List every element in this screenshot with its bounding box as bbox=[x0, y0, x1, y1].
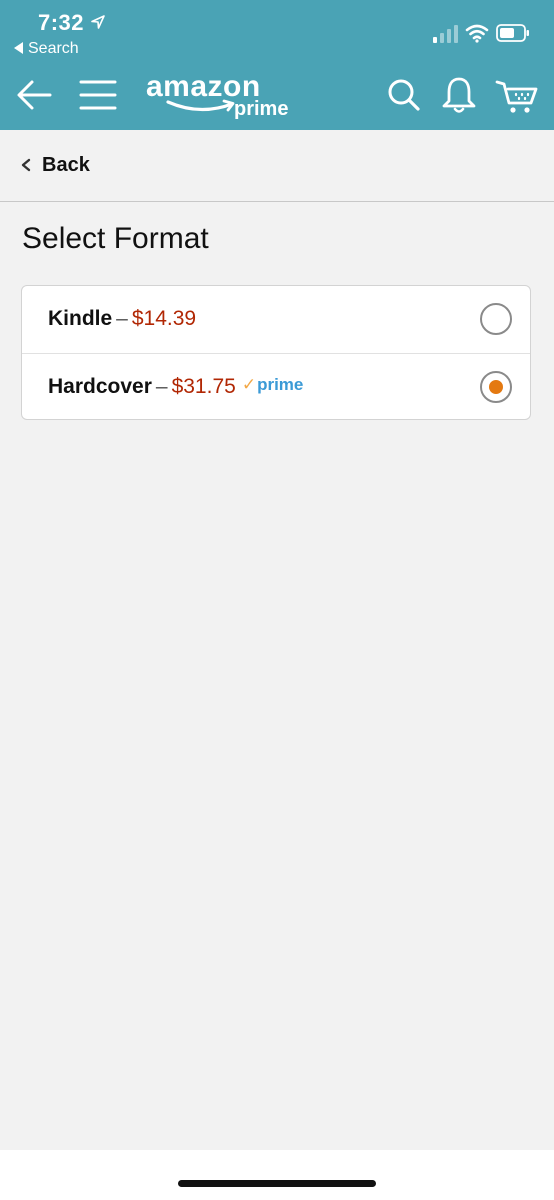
format-separator: – bbox=[116, 307, 128, 330]
cart-icon[interactable] bbox=[494, 73, 538, 117]
radio-button-hardcover[interactable] bbox=[480, 371, 512, 403]
chevron-left-icon bbox=[21, 158, 31, 172]
back-arrow-icon[interactable] bbox=[12, 73, 56, 117]
logo-prime-text: prime bbox=[234, 98, 289, 120]
back-navigation-row[interactable]: Back bbox=[0, 130, 554, 202]
format-option-text: Hardcover – $31.75 ✓prime bbox=[48, 375, 303, 399]
smile-arrow-icon bbox=[166, 99, 235, 112]
menu-icon[interactable] bbox=[76, 73, 120, 117]
format-price: $31.75 bbox=[171, 375, 236, 398]
bell-icon[interactable] bbox=[437, 73, 481, 117]
location-arrow-icon bbox=[91, 15, 105, 29]
format-name: Hardcover bbox=[48, 375, 152, 398]
home-indicator-area bbox=[0, 1150, 554, 1200]
format-option-hardcover[interactable]: Hardcover – $31.75 ✓prime bbox=[22, 354, 530, 421]
search-icon[interactable] bbox=[382, 73, 426, 117]
radio-button-kindle[interactable] bbox=[480, 303, 512, 335]
prime-badge-label: prime bbox=[257, 375, 304, 394]
back-triangle-icon bbox=[14, 42, 23, 54]
back-to-app-link[interactable]: Search bbox=[14, 40, 79, 58]
format-price: $14.39 bbox=[131, 307, 197, 330]
prime-badge: ✓prime bbox=[242, 375, 304, 395]
wifi-icon bbox=[465, 24, 489, 43]
back-label: Back bbox=[42, 154, 90, 176]
format-option-kindle[interactable]: Kindle – $14.39 bbox=[22, 286, 530, 354]
format-options-list: Kindle – $14.39 Hardcover – $31.75 ✓prime bbox=[21, 285, 531, 420]
format-separator: – bbox=[155, 375, 168, 398]
status-time: 7:32 bbox=[38, 10, 85, 35]
format-option-text: Kindle – $14.39 bbox=[48, 307, 196, 331]
cellular-signal-icon bbox=[433, 25, 458, 43]
home-indicator[interactable] bbox=[178, 1180, 376, 1187]
battery-icon bbox=[496, 24, 529, 42]
radio-selected-dot bbox=[489, 380, 503, 394]
amazon-prime-logo[interactable]: amazon prime bbox=[146, 72, 296, 124]
page-title: Select Format bbox=[22, 222, 209, 255]
prime-check-icon: ✓ bbox=[241, 375, 257, 394]
format-name: Kindle bbox=[48, 307, 113, 330]
back-to-app-label: Search bbox=[28, 40, 79, 57]
app-header: 7:32 Search amazon prime bbox=[0, 0, 554, 130]
